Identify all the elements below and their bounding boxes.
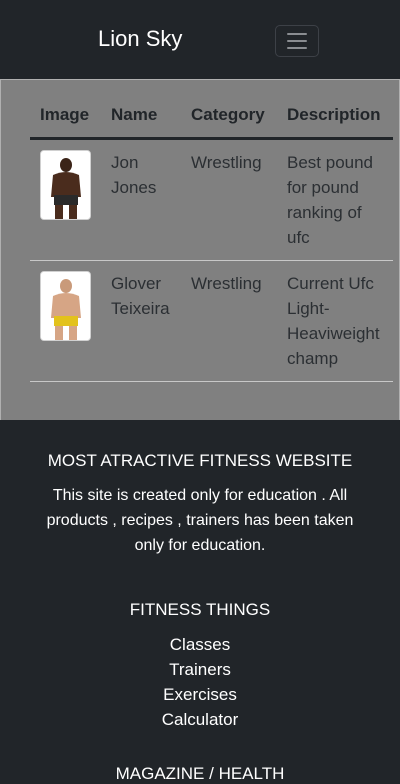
footer-link-trainers[interactable]: Trainers [0,657,400,682]
footer-heading-fitness: FITNESS THINGS [129,600,271,619]
hamburger-menu-icon [287,33,307,49]
footer-heading-about: MOST ATRACTIVE FITNESS WEBSITE [47,451,353,470]
fighter-photo-icon [40,271,91,341]
table-row: Jon Jones Wrestling Best pound for pound… [30,140,393,261]
fighter-name-line1: Glover [111,274,162,293]
fighter-name-line2: Teixeira [111,299,170,318]
fighter-category: Wrestling [191,274,262,293]
brand-link[interactable]: Lion Sky [98,26,182,52]
footer-about-text-line: This site is created only for education … [52,487,348,504]
footer-link-exercises[interactable]: Exercises [0,682,400,707]
fighter-description-line: Current Ufc [287,274,374,293]
header-image: Image [40,105,90,124]
footer-heading-magazine: MAGAZINE / HEALTH [115,764,285,783]
footer-link-calculator[interactable]: Calculator [0,707,400,732]
header-category: Category [191,105,265,124]
fighter-description-line: Best pound [287,153,374,172]
fighter-name-line2: Jones [111,178,157,197]
fighters-table: Image Name Category Description Jon Jone… [30,98,393,382]
fighter-category: Wrestling [191,153,262,172]
footer-about-text-line: only for education. [134,537,266,554]
fighter-description-line: champ [287,349,339,368]
fighters-table-section: Image Name Category Description Jon Jone… [0,79,400,420]
header-name: Name [111,105,158,124]
fighter-photo-icon [40,150,91,220]
fighter-description-line: ranking of [287,203,362,222]
footer-link-classes[interactable]: Classes [0,632,400,657]
header-description: Description [287,105,381,124]
fighter-description-line: for pound [287,178,359,197]
navbar-toggler-button[interactable] [275,25,319,57]
fighter-description-line: ufc [287,228,310,247]
table-header-row: Image Name Category Description [30,98,393,140]
table-row: Glover Teixeira Wrestling Current Ufc Li… [30,261,393,382]
navbar: Lion Sky [0,0,400,79]
fighter-name-line1: Jon [111,153,139,172]
footer-links: Classes Trainers Exercises Calculator [0,632,400,732]
footer-about-text-line: products , recipes , trainers has been t… [46,512,354,529]
fighter-description-line: Heaviweight [287,324,380,343]
fighter-description-line: Light- [287,299,330,318]
